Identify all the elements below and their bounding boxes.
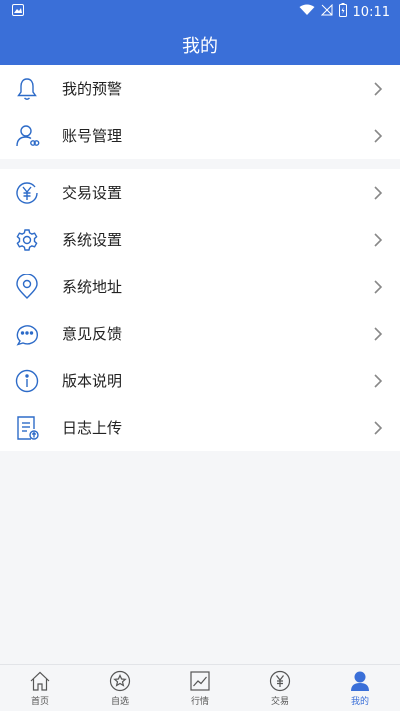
menu-item-label: 意见反馈 bbox=[62, 325, 123, 343]
yen-icon bbox=[269, 670, 291, 691]
tab-label: 自选 bbox=[110, 696, 129, 707]
chat-bubble-icon bbox=[14, 321, 40, 347]
chart-icon bbox=[190, 670, 210, 691]
tab-mine[interactable]: 我的 bbox=[320, 665, 400, 711]
home-icon bbox=[30, 671, 50, 691]
no-signal-icon bbox=[320, 3, 333, 20]
tab-home[interactable]: 首页 bbox=[0, 665, 80, 711]
tab-watchlist[interactable]: 自选 bbox=[80, 665, 160, 711]
chevron-right-icon bbox=[374, 326, 383, 341]
menu-item-label: 我的预警 bbox=[62, 80, 123, 98]
user-account-icon bbox=[14, 123, 40, 149]
bell-icon bbox=[14, 76, 40, 102]
chevron-right-icon bbox=[374, 232, 383, 247]
tab-label: 我的 bbox=[350, 696, 369, 707]
star-icon bbox=[109, 670, 131, 691]
person-icon bbox=[351, 671, 369, 691]
battery-icon bbox=[338, 3, 347, 21]
menu-group-1: 我的预警 账号管理 bbox=[0, 65, 400, 159]
wifi-icon bbox=[299, 4, 315, 20]
log-upload-icon bbox=[14, 415, 40, 441]
page-header: 我的 bbox=[0, 24, 400, 65]
menu-item-system-address[interactable]: 系统地址 bbox=[0, 263, 400, 310]
location-pin-icon bbox=[14, 273, 40, 300]
menu-item-trade-settings[interactable]: 交易设置 bbox=[0, 169, 400, 216]
menu-item-label: 系统地址 bbox=[62, 278, 123, 296]
menu-group-2: 交易设置 系统设置 系统地址 意见反馈 版本说明 日志上传 bbox=[0, 169, 400, 451]
menu-item-my-alerts[interactable]: 我的预警 bbox=[0, 65, 400, 112]
chevron-right-icon bbox=[374, 420, 383, 435]
yen-circle-icon bbox=[14, 180, 40, 206]
info-icon bbox=[14, 368, 40, 394]
bottom-tab-bar: 首页 自选 行情 交易 我的 bbox=[0, 664, 400, 711]
status-bar: 10:11 bbox=[0, 0, 400, 24]
notification-icon bbox=[12, 4, 24, 20]
tab-label: 首页 bbox=[30, 696, 49, 707]
menu-item-system-settings[interactable]: 系统设置 bbox=[0, 216, 400, 263]
menu-item-feedback[interactable]: 意见反馈 bbox=[0, 310, 400, 357]
menu-item-label: 交易设置 bbox=[62, 184, 123, 202]
menu-item-label: 账号管理 bbox=[62, 127, 123, 145]
tab-market[interactable]: 行情 bbox=[160, 665, 240, 711]
status-time: 10:11 bbox=[352, 4, 390, 20]
status-indicators: 10:11 bbox=[299, 3, 390, 21]
menu-item-label: 版本说明 bbox=[62, 372, 123, 390]
menu-item-log-upload[interactable]: 日志上传 bbox=[0, 404, 400, 451]
chevron-right-icon bbox=[374, 185, 383, 200]
page-title: 我的 bbox=[182, 35, 218, 57]
chevron-right-icon bbox=[374, 279, 383, 294]
menu-item-account-management[interactable]: 账号管理 bbox=[0, 112, 400, 159]
chevron-right-icon bbox=[374, 128, 383, 143]
tab-label: 行情 bbox=[190, 696, 209, 707]
tab-trade[interactable]: 交易 bbox=[240, 665, 320, 711]
gear-icon bbox=[14, 227, 40, 253]
menu-item-version-notes[interactable]: 版本说明 bbox=[0, 357, 400, 404]
menu-item-label: 系统设置 bbox=[62, 231, 123, 249]
tab-label: 交易 bbox=[270, 696, 289, 707]
menu-item-label: 日志上传 bbox=[62, 419, 123, 437]
chevron-right-icon bbox=[374, 81, 383, 96]
chevron-right-icon bbox=[374, 373, 383, 388]
